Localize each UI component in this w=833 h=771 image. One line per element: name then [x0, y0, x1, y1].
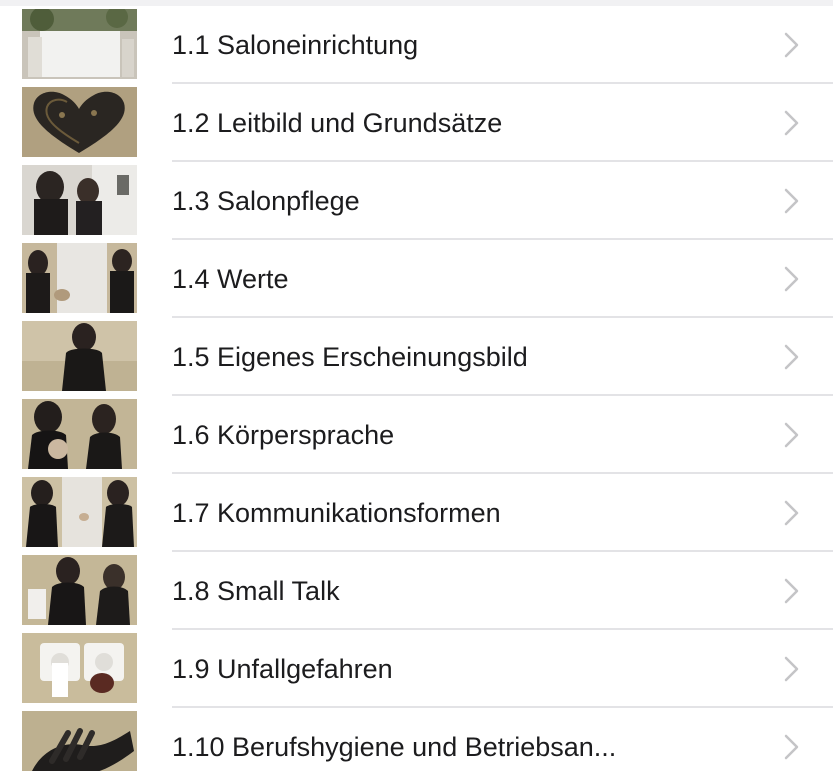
chevron-right-icon: [778, 656, 804, 682]
thumbnail-small-talk: [22, 555, 137, 625]
thumbnail-black-gloves: [22, 711, 137, 771]
thumbnail-heart-ornament: [22, 87, 137, 157]
list-item-label: 1.4 Werte: [172, 264, 289, 294]
list-item-label: 1.9 Unfallgefahren: [172, 654, 393, 684]
list-item-1-1[interactable]: 1.1 Saloneinrichtung: [0, 6, 833, 84]
chevron-right-icon: [778, 110, 804, 136]
chevron-right-icon: [778, 344, 804, 370]
list-item-1-9[interactable]: 1.9 Unfallgefahren: [0, 630, 833, 708]
chevron-right-icon: [778, 734, 804, 760]
list-item-1-3[interactable]: 1.3 Salonpflege: [0, 162, 833, 240]
chapter-list: 1.1 Saloneinrichtung 1.2 Leitbild und Gr…: [0, 0, 833, 771]
thumbnail-salon-care: [22, 165, 137, 235]
list-item-label: 1.1 Saloneinrichtung: [172, 30, 419, 60]
chevron-right-icon: [778, 422, 804, 448]
thumbnail-appearance: [22, 321, 137, 391]
list-item-label: 1.3 Salonpflege: [172, 186, 360, 216]
chevron-right-icon: [778, 266, 804, 292]
thumbnail-values: [22, 243, 137, 313]
thumbnail-power-socket: [22, 633, 137, 703]
list-item-1-2[interactable]: 1.2 Leitbild und Grundsätze: [0, 84, 833, 162]
list-item-label: 1.2 Leitbild und Grundsätze: [172, 108, 503, 138]
list-item-1-10[interactable]: 1.10 Berufshygiene und Betriebsan...: [0, 708, 833, 771]
list-item-1-4[interactable]: 1.4 Werte: [0, 240, 833, 318]
list-item-label: 1.6 Körpersprache: [172, 420, 395, 450]
thumbnail-salon-furniture: [22, 9, 137, 79]
list-item-1-8[interactable]: 1.8 Small Talk: [0, 552, 833, 630]
chevron-right-icon: [778, 32, 804, 58]
list-item-1-6[interactable]: 1.6 Körpersprache: [0, 396, 833, 474]
list-item-1-5[interactable]: 1.5 Eigenes Erscheinungsbild: [0, 318, 833, 396]
list-item-label: 1.8 Small Talk: [172, 576, 340, 606]
list-item-label: 1.7 Kommunikationsformen: [172, 498, 501, 528]
thumbnail-body-language: [22, 399, 137, 469]
chevron-right-icon: [778, 500, 804, 526]
chevron-right-icon: [778, 188, 804, 214]
list-item-label: 1.5 Eigenes Erscheinungsbild: [172, 342, 528, 372]
chevron-right-icon: [778, 578, 804, 604]
list-item-label: 1.10 Berufshygiene und Betriebsan...: [172, 732, 617, 762]
thumbnail-communication: [22, 477, 137, 547]
list-item-1-7[interactable]: 1.7 Kommunikationsformen: [0, 474, 833, 552]
